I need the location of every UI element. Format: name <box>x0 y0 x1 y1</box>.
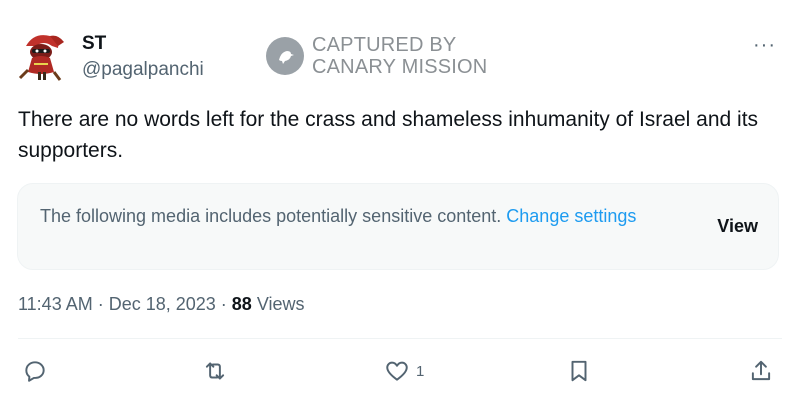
watermark-line1: CAPTURED BY <box>312 34 457 56</box>
more-options-icon[interactable]: ··· <box>753 34 776 57</box>
canary-bird-icon <box>266 37 304 75</box>
sensitive-message-text: The following media includes potentially… <box>40 206 502 226</box>
retweet-button[interactable] <box>202 358 228 384</box>
retweet-icon <box>205 362 225 380</box>
heart-icon <box>386 361 408 381</box>
share-icon <box>751 360 771 381</box>
like-count: 1 <box>416 362 425 380</box>
watermark-text: CAPTURED BY CANARY MISSION <box>312 34 487 78</box>
author-name[interactable]: ST <box>82 33 106 55</box>
sensitive-media-notice: The following media includes potentially… <box>17 183 779 270</box>
author-handle[interactable]: @pagalpanchi <box>82 59 204 81</box>
meta-separator: · <box>215 294 232 314</box>
share-button[interactable] <box>748 358 774 384</box>
sensitive-message: The following media includes potentially… <box>40 203 680 230</box>
like-button[interactable]: 1 <box>384 358 424 384</box>
view-button[interactable]: View <box>717 216 758 237</box>
tweet-text: There are no words left for the crass an… <box>18 108 759 162</box>
reply-button[interactable] <box>22 358 48 384</box>
views-label: Views <box>251 294 305 314</box>
tweet-time[interactable]: 11:43 AM <box>18 294 93 314</box>
avatar-image <box>18 35 64 81</box>
change-settings-link[interactable]: Change settings <box>506 206 636 226</box>
avatar[interactable] <box>14 28 68 82</box>
tweet-meta: 11:43 AM · Dec 18, 2023 · 88 Views <box>18 294 305 315</box>
meta-separator: · <box>92 294 109 314</box>
action-bar: 1 <box>22 358 778 388</box>
reply-icon <box>25 361 45 382</box>
views-count: 88 <box>231 294 252 314</box>
divider <box>18 338 782 339</box>
watermark-line2: CANARY MISSION <box>312 56 488 78</box>
watermark: CAPTURED BY CANARY MISSION <box>266 34 487 78</box>
bookmark-icon <box>571 360 587 382</box>
tweet-date[interactable]: Dec 18, 2023 <box>109 294 216 314</box>
bookmark-button[interactable] <box>566 358 592 384</box>
